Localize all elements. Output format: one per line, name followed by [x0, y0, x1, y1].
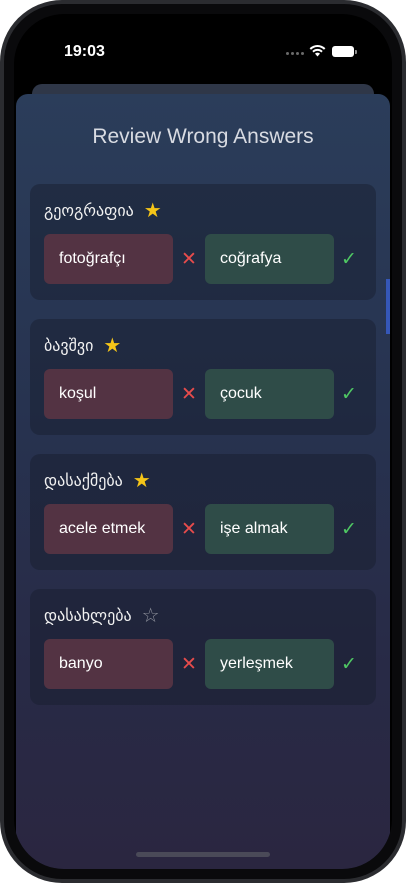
- check-mark-icon: ✓: [341, 653, 357, 675]
- word-row: გეოგრაფია ★: [44, 200, 162, 220]
- page-title: Review Wrong Answers: [92, 125, 314, 148]
- question-word: დასახლება: [44, 605, 132, 625]
- correct-answer: yerleşmek: [205, 639, 334, 689]
- review-card: გეოგრაფია ★ fotoğrafçı ✕ coğrafya ✓: [30, 184, 376, 300]
- side-edge: [386, 279, 390, 334]
- check-mark-icon: ✓: [341, 518, 357, 540]
- cellular-dots-icon: [286, 52, 304, 55]
- answer-row: banyo ✕ yerleşmek ✓: [44, 639, 360, 689]
- word-row: დასაქმება ★: [44, 470, 151, 490]
- correct-answer: işe almak: [205, 504, 334, 554]
- star-icon[interactable]: ★: [144, 200, 162, 220]
- star-icon[interactable]: ★: [133, 470, 151, 490]
- correct-answer: coğrafya: [205, 234, 334, 284]
- star-icon[interactable]: ★: [103, 335, 121, 355]
- wrong-answer: acele etmek: [44, 504, 173, 554]
- question-word: დასაქმება: [44, 470, 123, 490]
- status-time: 19:03: [64, 43, 105, 60]
- answer-row: koşul ✕ çocuk ✓: [44, 369, 360, 419]
- wrong-mark-icon: ✕: [181, 518, 197, 540]
- star-outline-icon[interactable]: ☆: [142, 605, 160, 625]
- screen: 19:03 Review Wrong Answers გეოგრაფია ★ f…: [14, 14, 392, 869]
- word-row: ბავშვი ★: [44, 335, 121, 355]
- wrong-answer: fotoğrafçı: [44, 234, 173, 284]
- review-card: დასახლება ☆ banyo ✕ yerleşmek ✓: [30, 589, 376, 705]
- status-bar: 19:03: [14, 14, 392, 84]
- answer-row: acele etmek ✕ işe almak ✓: [44, 504, 360, 554]
- wrong-mark-icon: ✕: [181, 383, 197, 405]
- review-sheet: Review Wrong Answers გეოგრაფია ★ fotoğra…: [16, 94, 390, 869]
- wrong-mark-icon: ✕: [181, 248, 197, 270]
- review-card: დასაქმება ★ acele etmek ✕ işe almak ✓: [30, 454, 376, 570]
- answer-row: fotoğrafçı ✕ coğrafya ✓: [44, 234, 360, 284]
- wrong-answer: koşul: [44, 369, 173, 419]
- correct-answer: çocuk: [205, 369, 334, 419]
- home-indicator[interactable]: [136, 852, 270, 857]
- word-row: დასახლება ☆: [44, 605, 160, 625]
- wifi-icon: [309, 44, 326, 57]
- phone-frame: 19:03 Review Wrong Answers გეოგრაფია ★ f…: [0, 0, 406, 883]
- question-word: გეოგრაფია: [44, 200, 134, 220]
- review-card: ბავშვი ★ koşul ✕ çocuk ✓: [30, 319, 376, 435]
- battery-icon: [332, 46, 357, 57]
- question-word: ბავშვი: [44, 335, 94, 355]
- wrong-mark-icon: ✕: [181, 653, 197, 675]
- review-list: გეოგრაფია ★ fotoğrafçı ✕ coğrafya ✓ ბავშ…: [30, 184, 376, 724]
- check-mark-icon: ✓: [341, 383, 357, 405]
- phone-bezel: 19:03 Review Wrong Answers გეოგრაფია ★ f…: [4, 4, 402, 879]
- wrong-answer: banyo: [44, 639, 173, 689]
- check-mark-icon: ✓: [341, 248, 357, 270]
